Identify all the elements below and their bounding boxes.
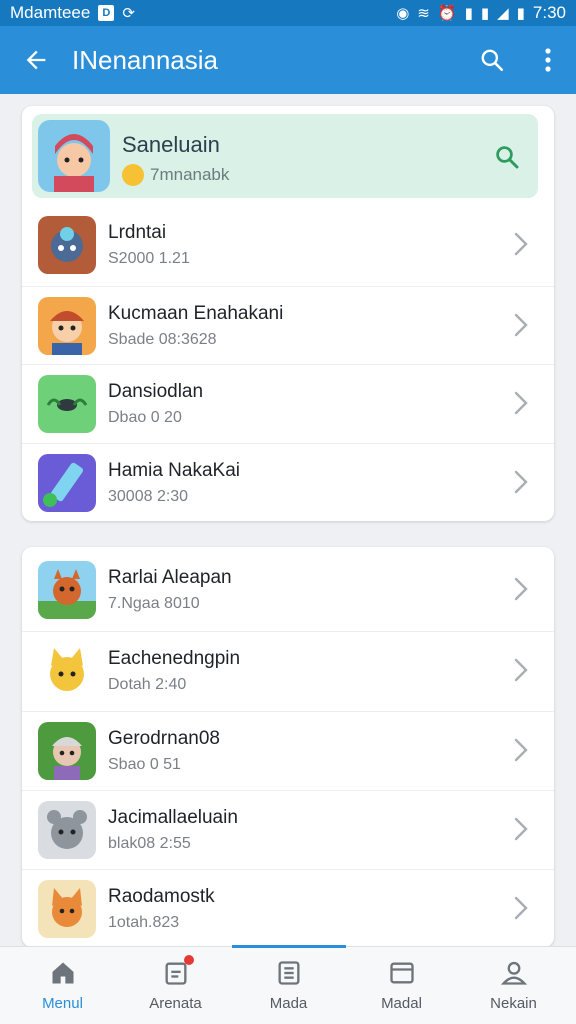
list-item[interactable]: Raodamostk 1otah.823 — [22, 869, 554, 947]
app-notification-icon: D — [98, 5, 115, 21]
chevron-right-icon — [514, 658, 528, 682]
nav-window[interactable]: Madal — [344, 947, 459, 1024]
sync-icon: ⟳ — [122, 4, 135, 22]
search-icon — [481, 49, 504, 72]
item-subtitle: S2000 1.21 — [108, 250, 190, 267]
chevron-right-icon — [514, 232, 528, 256]
wifi-icon: ≋ — [417, 4, 430, 22]
nav-list[interactable]: Mada — [231, 947, 346, 1024]
chevron-right-icon — [514, 738, 528, 762]
item-name: Kucmaan Enahakani — [108, 303, 284, 324]
avatar — [38, 561, 96, 619]
chevron-right-icon — [514, 896, 528, 920]
app-bar: INenannasia — [0, 26, 576, 94]
chevron-right-icon — [514, 313, 528, 337]
avatar — [38, 642, 96, 700]
avatar — [38, 375, 96, 433]
avatar — [38, 120, 110, 192]
item-name: Raodamostk — [108, 886, 215, 907]
chevron-right-icon — [514, 470, 528, 494]
chevron-right-icon — [514, 577, 528, 601]
chevron-right-icon — [514, 391, 528, 415]
avatar — [38, 454, 96, 512]
avatar — [38, 801, 96, 859]
featured-subtitle-row: 7mnanabk — [122, 164, 229, 186]
find-icon[interactable] — [492, 142, 522, 172]
avatar — [38, 722, 96, 780]
list-item[interactable]: Kucmaan Enahakani Sbade 08:3628 — [22, 286, 554, 366]
item-name: Lrdntai — [108, 222, 167, 243]
avatar — [38, 297, 96, 355]
item-name: Gerodrnan08 — [108, 728, 220, 749]
nav-label: Arenata — [149, 995, 202, 1012]
nav-label: Mada — [269, 995, 308, 1012]
list-icon — [278, 961, 299, 985]
search-button[interactable] — [464, 26, 520, 94]
battery-icon: ▮ — [516, 4, 525, 22]
overflow-menu-button[interactable] — [520, 26, 576, 94]
item-subtitle: Sbao 0 51 — [108, 756, 181, 773]
page-title: INenannasia — [72, 44, 218, 75]
arrow-left-icon — [26, 50, 46, 70]
list-item[interactable]: Jacimallaeluain blak08 2:55 — [22, 790, 554, 870]
bottom-navigation: Menul Arenata Mada Madal Nekain — [0, 945, 576, 1024]
item-subtitle: blak08 2:55 — [108, 835, 191, 852]
list-item[interactable]: Eachenedngpin Dotah 2:40 — [22, 631, 554, 711]
notification-badge — [184, 955, 194, 965]
list-item[interactable]: Lrdntai S2000 1.21 — [22, 206, 554, 286]
nav-notifications[interactable]: Arenata — [118, 947, 233, 1024]
avatar — [38, 216, 96, 274]
item-subtitle: 7.Ngaa 8010 — [108, 595, 200, 612]
item-name: Rarlai Aleapan — [108, 567, 232, 588]
contacts-card-2: Rarlai Aleapan 7.Ngaa 8010 Eachenedngpin… — [22, 547, 554, 947]
nav-label: Madal — [381, 995, 422, 1012]
contacts-card-1: Saneluain 7mnanabk Lrdntai S2000 1.21 Ku… — [22, 106, 554, 521]
item-subtitle: Dbao 0 20 — [108, 409, 182, 426]
nav-profile[interactable]: Nekain — [456, 947, 571, 1024]
alarm-icon: ⏰ — [437, 4, 457, 22]
nav-home[interactable]: Menul — [5, 947, 120, 1024]
list-item[interactable]: Gerodrnan08 Sbao 0 51 — [22, 711, 554, 791]
status-bar: Mdamteee D ⟳ ◉ ≋ ⏰ ▮ ▮ ◢ ▮ 7:30 — [0, 0, 576, 26]
signal-icon: ▮ — [464, 4, 473, 22]
status-carrier: Mdamteee — [10, 3, 91, 22]
location-icon: ◉ — [396, 4, 410, 22]
featured-item[interactable]: Saneluain 7mnanabk — [32, 114, 538, 198]
chevron-right-icon — [514, 817, 528, 841]
status-time: 7:30 — [532, 3, 566, 22]
more-vert-icon — [545, 48, 551, 72]
featured-subtitle: 7mnanabk — [150, 165, 230, 184]
item-subtitle: 1otah.823 — [108, 914, 180, 931]
item-name: Jacimallaeluain — [108, 807, 238, 828]
profile-icon — [500, 961, 527, 985]
emoji-icon — [122, 164, 144, 186]
window-icon — [389, 962, 414, 984]
featured-name: Saneluain — [122, 132, 220, 157]
list-item[interactable]: Rarlai Aleapan 7.Ngaa 8010 — [22, 551, 554, 631]
home-icon — [52, 962, 73, 984]
nav-label: Menul — [42, 995, 83, 1012]
back-button[interactable] — [0, 26, 72, 94]
wifi-strength-icon: ◢ — [497, 4, 509, 22]
nav-label: Nekain — [490, 995, 537, 1012]
list-item[interactable]: Hamia NakaKai 30008 2:30 — [22, 443, 554, 521]
item-subtitle: Dotah 2:40 — [108, 676, 187, 693]
avatar — [38, 880, 96, 938]
signal-icon-2: ▮ — [480, 4, 490, 22]
item-name: Hamia NakaKai — [108, 460, 240, 481]
item-subtitle: Sbade 08:3628 — [108, 331, 217, 348]
item-subtitle: 30008 2:30 — [108, 488, 189, 505]
item-name: Dansiodlan — [108, 381, 204, 402]
list-item[interactable]: Dansiodlan Dbao 0 20 — [22, 364, 554, 444]
item-name: Eachenedngpin — [108, 648, 241, 669]
